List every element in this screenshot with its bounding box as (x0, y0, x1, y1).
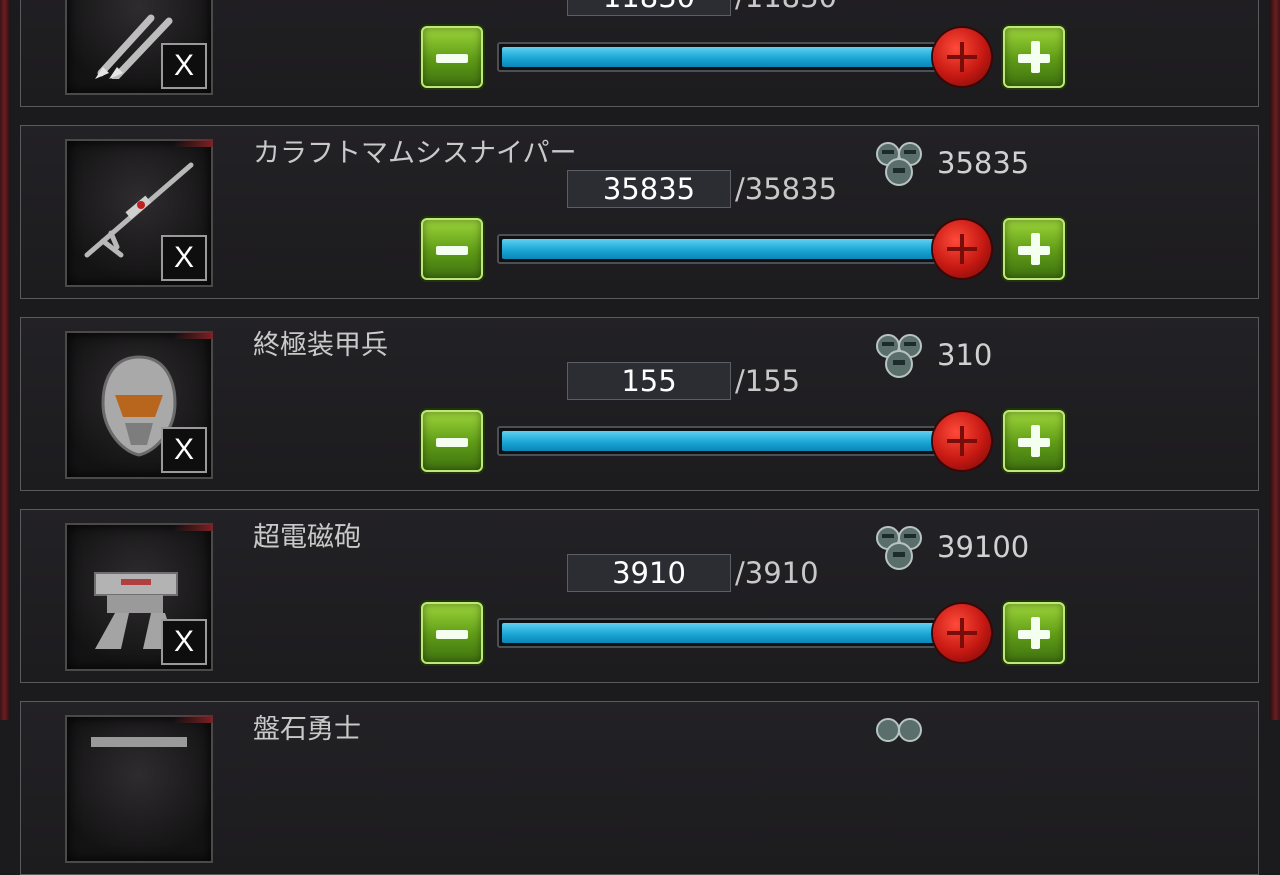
unit-name: カラフトマムシスナイパー (253, 138, 577, 169)
quantity-input[interactable]: 3910 (567, 554, 731, 592)
max-quantity: /3910 (735, 556, 819, 590)
slider-fill (502, 431, 962, 451)
left-frame (0, 0, 10, 720)
unit-name: 盤石勇士 (253, 714, 361, 745)
minus-icon (436, 438, 468, 447)
warrior-icon (91, 737, 187, 747)
decrease-button[interactable] (421, 410, 483, 472)
slider-fill (502, 239, 962, 259)
slider-handle[interactable] (933, 28, 991, 86)
minus-icon (436, 246, 468, 255)
slider-handle[interactable] (933, 412, 991, 470)
soldiers-resource-icon (876, 142, 922, 186)
increase-button[interactable] (1003, 26, 1065, 88)
slider-fill (502, 47, 962, 67)
quantity-slider[interactable] (497, 604, 991, 662)
unit-name: 超電磁砲 (253, 522, 361, 553)
quantity-input[interactable]: 155 (567, 362, 731, 400)
increase-button[interactable] (1003, 410, 1065, 472)
resource-cost: 310 (937, 338, 993, 372)
unit-list: X 11830 /11830 X カラフトマムシスナイパー 3 (10, 0, 1270, 875)
plus-icon-stem (1031, 233, 1040, 265)
minus-icon (436, 630, 468, 639)
resource-cost: 39100 (937, 530, 1030, 564)
decrease-button[interactable] (421, 26, 483, 88)
quantity-input[interactable]: 35835 (567, 170, 731, 208)
slider-fill (502, 623, 962, 643)
unit-row: 盤石勇士 (20, 701, 1259, 875)
plus-icon-stem (1031, 41, 1040, 73)
unit-name: 終極装甲兵 (253, 330, 388, 361)
unit-thumbnail: X (65, 139, 213, 287)
soldiers-resource-icon (876, 718, 922, 742)
resource-cost: 35835 (937, 146, 1030, 180)
remove-button[interactable]: X (161, 619, 207, 665)
decrease-button[interactable] (421, 218, 483, 280)
increase-button[interactable] (1003, 218, 1065, 280)
unit-thumbnail (65, 715, 213, 863)
soldiers-resource-icon (876, 334, 922, 378)
remove-button[interactable]: X (161, 427, 207, 473)
decrease-button[interactable] (421, 602, 483, 664)
max-quantity: /35835 (735, 172, 838, 206)
quantity-input[interactable]: 11830 (567, 0, 731, 16)
remove-button[interactable]: X (161, 235, 207, 281)
quantity-slider[interactable] (497, 220, 991, 278)
unit-row: X 超電磁砲 3910 /3910 39100 (20, 509, 1259, 683)
soldiers-resource-icon (876, 526, 922, 570)
plus-icon-stem (1031, 617, 1040, 649)
slider-handle[interactable] (933, 220, 991, 278)
plus-icon-stem (1031, 425, 1040, 457)
remove-button[interactable]: X (161, 43, 207, 89)
unit-row: X 終極装甲兵 155 /155 310 (20, 317, 1259, 491)
slider-handle[interactable] (933, 604, 991, 662)
max-quantity: /155 (735, 364, 801, 398)
unit-thumbnail: X (65, 0, 213, 95)
max-quantity: /11830 (735, 0, 837, 14)
quantity-slider[interactable] (497, 28, 991, 86)
increase-button[interactable] (1003, 602, 1065, 664)
unit-thumbnail: X (65, 523, 213, 671)
minus-icon (436, 54, 468, 63)
unit-row: X カラフトマムシスナイパー 35835 /35835 35835 (20, 125, 1259, 299)
right-frame (1270, 0, 1280, 720)
unit-thumbnail: X (65, 331, 213, 479)
unit-row: X 11830 /11830 (20, 0, 1259, 107)
quantity-slider[interactable] (497, 412, 991, 470)
